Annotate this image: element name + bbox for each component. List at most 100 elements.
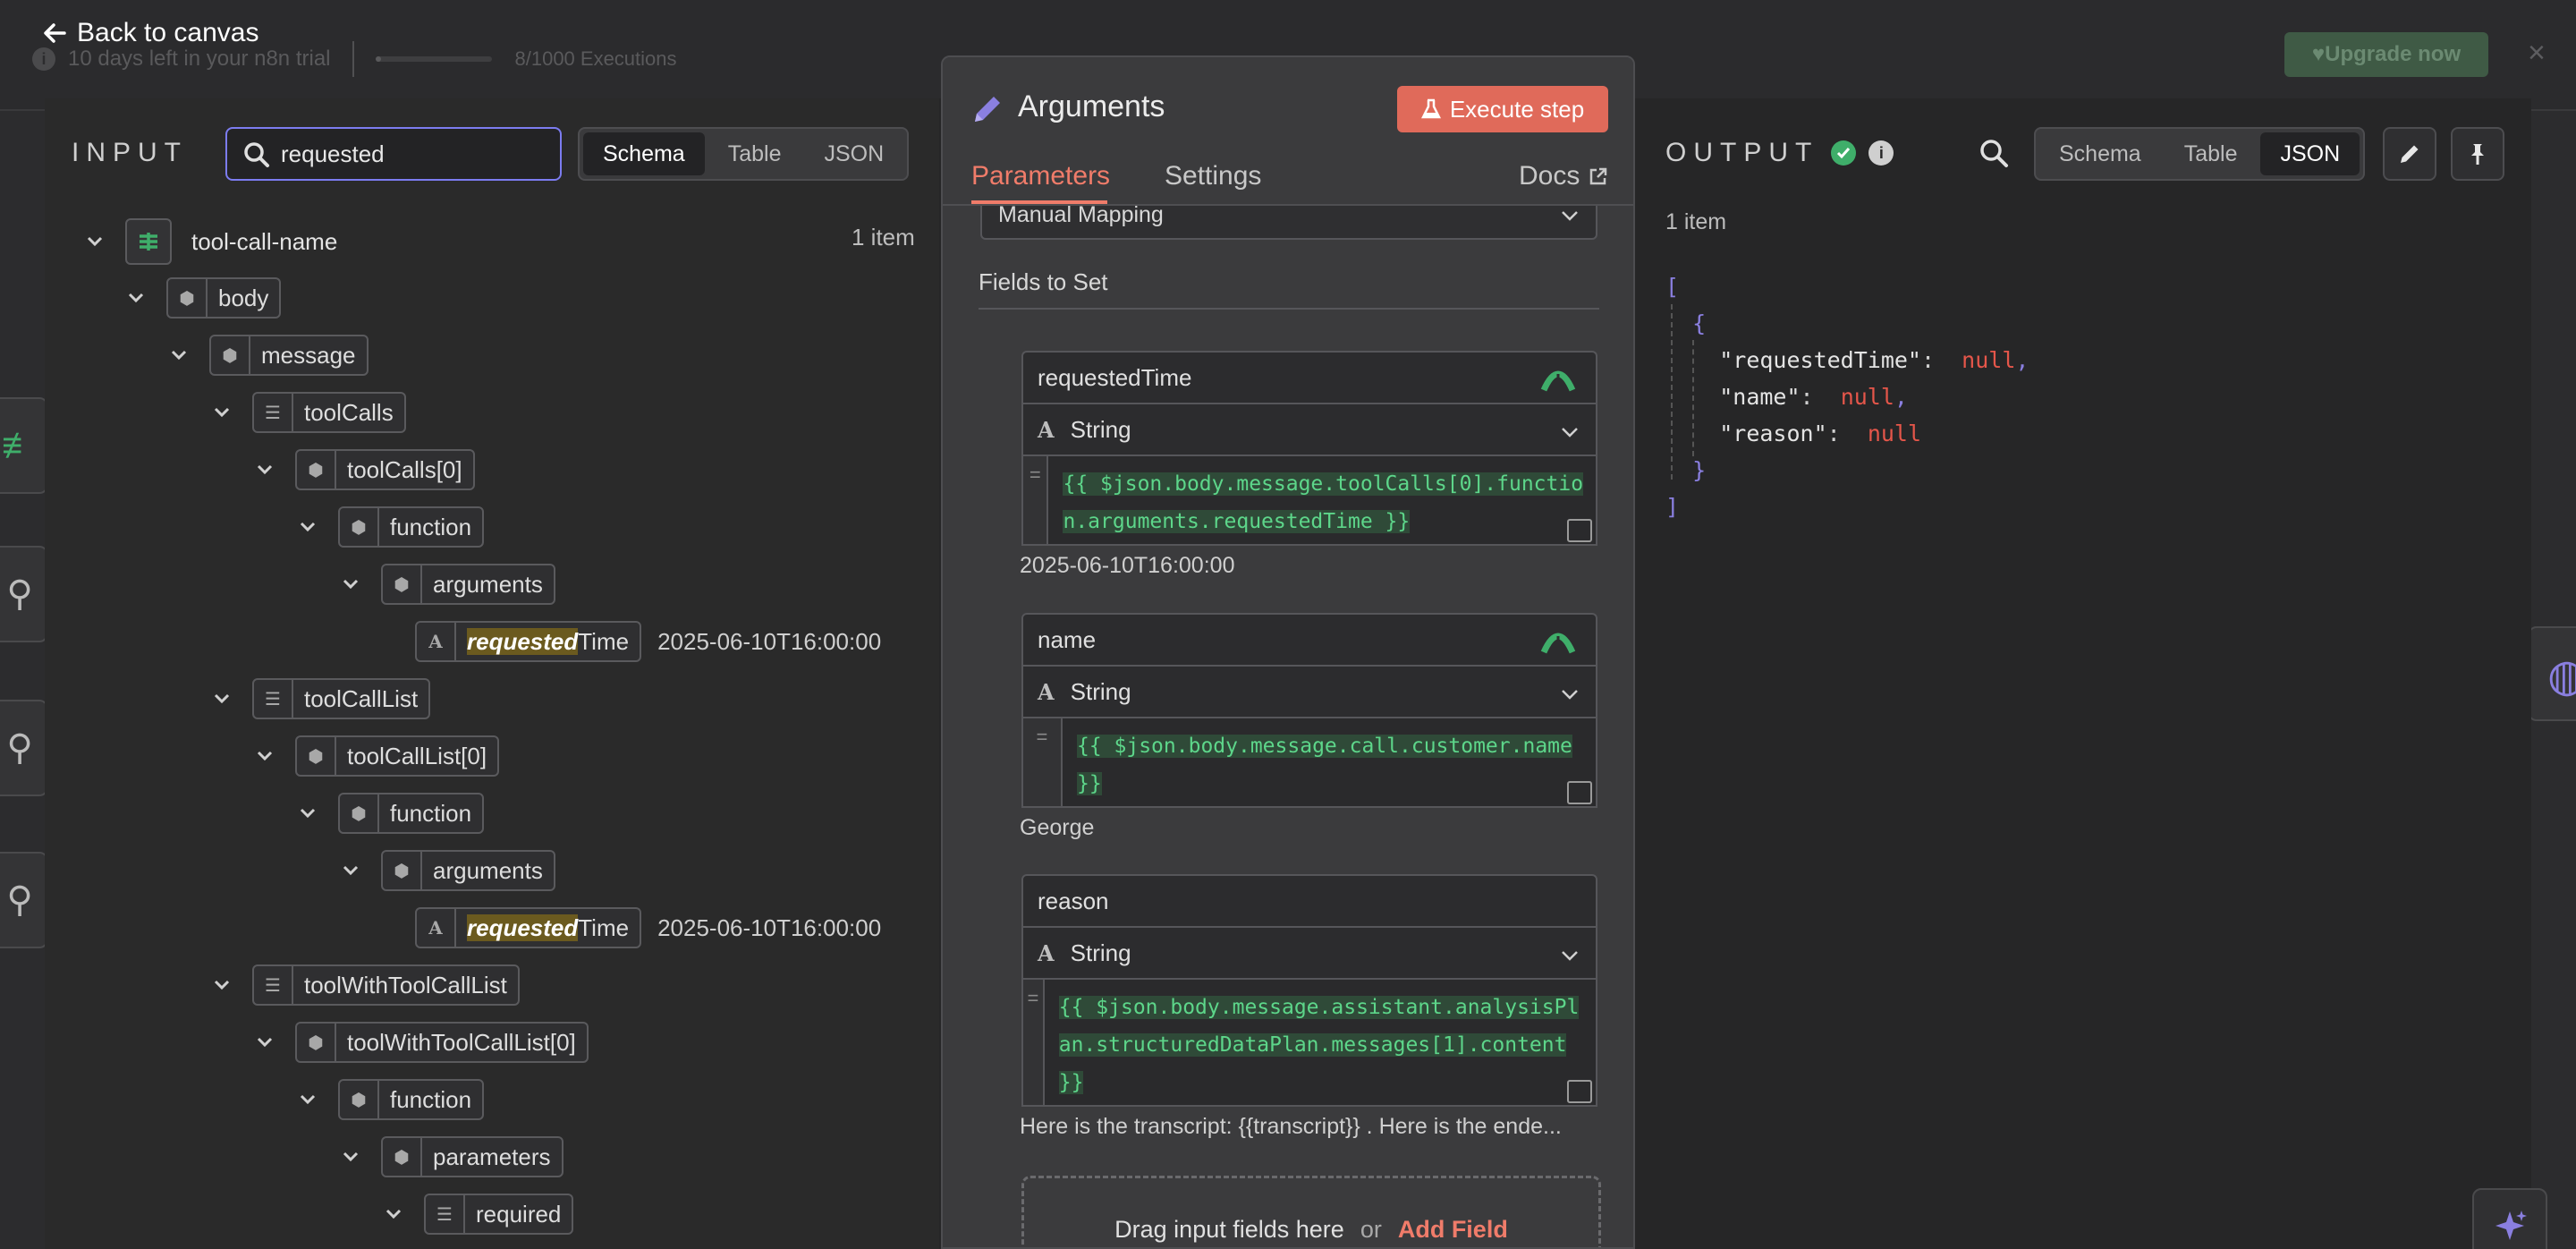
- field-name[interactable]: toolWithToolCallList: [293, 972, 518, 999]
- field-name[interactable]: function: [379, 514, 482, 541]
- drag-handle-icon[interactable]: [1540, 363, 1576, 394]
- chevron-down-icon[interactable]: [170, 346, 188, 364]
- expand-icon[interactable]: [1567, 781, 1592, 804]
- upgrade-button[interactable]: ♥ Upgrade now: [2284, 32, 2488, 77]
- json-key[interactable]: "reason": [1719, 421, 1826, 446]
- output-view-schema[interactable]: Schema: [2039, 132, 2161, 175]
- field-name[interactable]: arguments: [422, 571, 554, 599]
- input-search-field[interactable]: requested: [225, 127, 562, 181]
- edit-output-button[interactable]: [2383, 127, 2436, 181]
- chevron-down-icon[interactable]: [299, 1091, 317, 1109]
- field-name[interactable]: arguments: [422, 857, 554, 885]
- output-view-switcher: Schema Table JSON: [2034, 127, 2366, 181]
- expand-icon[interactable]: [1567, 519, 1592, 542]
- field-name-input[interactable]: reason: [1021, 874, 1597, 928]
- field-name[interactable]: toolCallList[0]: [336, 743, 497, 770]
- set-node-icon: [125, 218, 172, 265]
- chevron-down-icon[interactable]: [213, 690, 231, 708]
- chevron-down-icon[interactable]: [385, 1205, 402, 1223]
- expression-editor[interactable]: = {{ $json.body.message.toolCalls[0].fun…: [1021, 456, 1597, 546]
- tree-row[interactable]: ⬢ function: [299, 1078, 485, 1121]
- add-field-button[interactable]: Add Field: [1398, 1216, 1508, 1244]
- back-to-canvas-button[interactable]: Back to canvas: [43, 18, 258, 48]
- pin-data-button[interactable]: [2451, 127, 2504, 181]
- field-type-select[interactable]: A String: [1021, 667, 1597, 718]
- tree-row[interactable]: ⬢ toolCallList[0]: [256, 735, 500, 777]
- chevron-down-icon[interactable]: [342, 862, 360, 879]
- field-name[interactable]: body: [208, 285, 279, 312]
- field-type-select[interactable]: A String: [1021, 928, 1597, 980]
- chevron-down-icon[interactable]: [256, 1033, 274, 1051]
- drop-zone[interactable]: Drag input fields here or Add Field: [1021, 1176, 1601, 1247]
- tree-row[interactable]: ⬢ function: [299, 506, 485, 548]
- tree-row[interactable]: ⬢ parameters: [342, 1135, 564, 1178]
- expression-editor[interactable]: = {{ $json.body.message.call.customer.na…: [1021, 718, 1597, 808]
- tree-row[interactable]: ☰ toolCallList: [213, 677, 431, 720]
- field-name[interactable]: function: [379, 800, 482, 828]
- docs-link[interactable]: Docs: [1519, 161, 1608, 191]
- info-icon[interactable]: i: [1868, 140, 1894, 166]
- input-view-json[interactable]: JSON: [804, 132, 903, 175]
- tree-row[interactable]: ⬢ function: [299, 792, 485, 835]
- chevron-down-icon[interactable]: [256, 461, 274, 479]
- field-type-select[interactable]: A String: [1021, 404, 1597, 456]
- input-view-table[interactable]: Table: [708, 132, 801, 175]
- canvas-node-stub[interactable]: ⚲: [0, 700, 48, 796]
- search-input[interactable]: requested: [281, 140, 385, 168]
- tree-root[interactable]: tool-call-name: [86, 215, 337, 268]
- output-view-table[interactable]: Table: [2165, 132, 2258, 175]
- tree-row[interactable]: ☰ toolCalls: [213, 391, 406, 434]
- field-name[interactable]: toolWithToolCallList[0]: [336, 1029, 587, 1057]
- expression-editor[interactable]: = {{ $json.body.message.assistant.analys…: [1021, 980, 1597, 1107]
- tree-row[interactable]: ⬢ arguments: [342, 563, 555, 606]
- json-key[interactable]: "requestedTime": [1719, 347, 1921, 373]
- tree-row[interactable]: ⬢ message: [170, 334, 369, 377]
- expand-icon[interactable]: [1567, 1080, 1592, 1103]
- tree-row[interactable]: ☰ toolWithToolCallList: [213, 964, 520, 1007]
- chevron-down-icon[interactable]: [213, 976, 231, 994]
- output-view-json[interactable]: JSON: [2260, 132, 2360, 175]
- field-name[interactable]: toolCallList: [293, 685, 428, 713]
- close-icon[interactable]: ×: [2528, 36, 2546, 71]
- execute-step-button[interactable]: Execute step: [1397, 86, 1608, 132]
- canvas-node-stub[interactable]: ≢: [0, 397, 48, 494]
- chevron-down-icon[interactable]: [86, 233, 104, 251]
- tree-row[interactable]: ⬢ body: [127, 276, 282, 319]
- chevron-down-icon[interactable]: [342, 575, 360, 593]
- search-icon[interactable]: [1979, 138, 2009, 168]
- chevron-down-icon[interactable]: [256, 747, 274, 765]
- chevron-down-icon[interactable]: [299, 518, 317, 536]
- canvas-node-stub-right[interactable]: ◍: [2528, 626, 2576, 721]
- field-name[interactable]: message: [250, 342, 367, 370]
- canvas-node-stub[interactable]: ⚲: [0, 852, 48, 948]
- ai-assistant-button[interactable]: [2472, 1188, 2547, 1249]
- input-view-schema[interactable]: Schema: [583, 132, 705, 175]
- tab-parameters[interactable]: Parameters: [971, 161, 1110, 191]
- chevron-down-icon[interactable]: [213, 404, 231, 421]
- tree-row-leaf[interactable]: ArequestedTime 2025-06-10T16:00:00: [415, 620, 881, 663]
- canvas-node-stub[interactable]: ⚲: [0, 546, 48, 642]
- node-title[interactable]: Arguments: [1018, 89, 1165, 124]
- chevron-down-icon: [1562, 428, 1578, 438]
- field-name[interactable]: function: [379, 1086, 482, 1114]
- field-name-input[interactable]: name: [1021, 613, 1597, 667]
- chevron-down-icon[interactable]: [127, 289, 145, 307]
- pencil-icon[interactable]: [970, 91, 1005, 127]
- tab-settings[interactable]: Settings: [1165, 161, 1261, 191]
- chevron-down-icon[interactable]: [299, 804, 317, 822]
- field-name[interactable]: required: [465, 1201, 572, 1228]
- field-name-input[interactable]: requestedTime: [1021, 351, 1597, 404]
- chevron-down-icon[interactable]: [342, 1148, 360, 1166]
- field-name[interactable]: parameters: [422, 1143, 562, 1171]
- tree-row[interactable]: ⬢ toolCalls[0]: [256, 448, 475, 491]
- tree-row[interactable]: ⬢ arguments: [342, 849, 555, 892]
- field-name[interactable]: toolCalls: [293, 399, 404, 427]
- tree-row[interactable]: ☰ required: [385, 1193, 574, 1236]
- drag-handle-icon[interactable]: [1540, 625, 1576, 656]
- field-name-rest: Time: [578, 913, 630, 941]
- flask-icon: [1420, 98, 1441, 119]
- json-key[interactable]: "name": [1719, 384, 1800, 410]
- field-name[interactable]: toolCalls[0]: [336, 456, 473, 484]
- tree-row[interactable]: ⬢ toolWithToolCallList[0]: [256, 1021, 589, 1064]
- tree-row-leaf[interactable]: ArequestedTime 2025-06-10T16:00:00: [415, 906, 881, 949]
